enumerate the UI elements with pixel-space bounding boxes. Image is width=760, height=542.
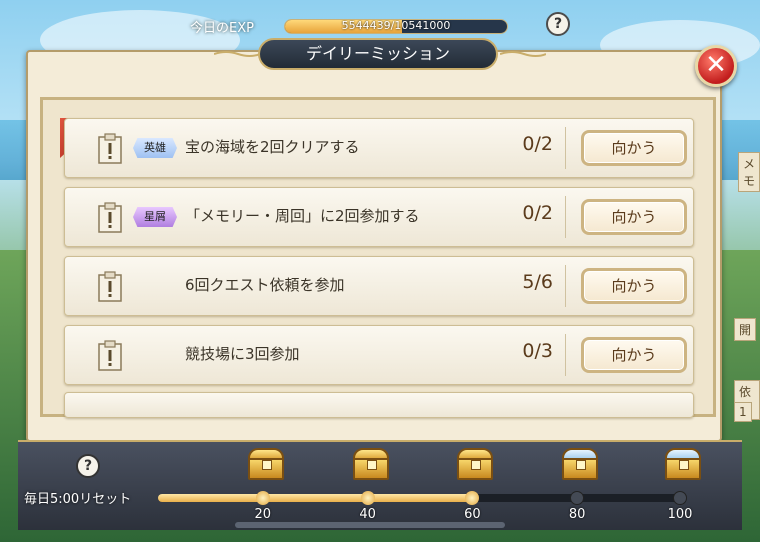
exp-label: 今日のEXP: [190, 21, 254, 36]
milestone-node: [360, 491, 375, 505]
clipboard-alert-icon: [98, 133, 122, 164]
go-button[interactable]: 向かう: [581, 268, 687, 304]
side-tab-count: 1: [734, 402, 752, 422]
side-tab-open[interactable]: 開: [734, 318, 757, 341]
milestone-node: [255, 491, 270, 505]
milestone-label: 80: [568, 507, 586, 522]
mission-row: 競技場に3回参加 0/3 向かう: [64, 325, 694, 385]
divider: [565, 265, 566, 307]
go-button[interactable]: 向かう: [581, 130, 687, 166]
divider: [565, 127, 566, 169]
clipboard-alert-icon: [98, 340, 122, 371]
reward-progress-fill: [158, 494, 473, 502]
mission-description: 「メモリー・周回」に2回参加する: [185, 207, 420, 225]
milestone-node: [673, 491, 687, 505]
milestone-label: 40: [359, 507, 376, 522]
help-icon[interactable]: ?: [546, 12, 570, 36]
gold-chest-icon[interactable]: [246, 446, 286, 480]
milestone-label: 20: [254, 507, 272, 522]
mission-tag: 星屑: [133, 207, 177, 227]
gold-chest-icon[interactable]: [455, 446, 495, 480]
milestone-label: 100: [667, 507, 693, 522]
title-ornament-right-icon: [500, 51, 546, 57]
divider: [565, 196, 566, 238]
exp-value: 5544439/10541000: [341, 19, 451, 32]
mission-row: 6回クエスト依頼を参加 5/6 向かう: [64, 256, 694, 316]
clipboard-alert-icon: [98, 202, 122, 233]
mission-tag: 英雄: [133, 138, 177, 158]
page-title: デイリーミッション: [258, 38, 498, 70]
mission-description: 6回クエスト依頼を参加: [185, 276, 345, 294]
blue-chest-icon[interactable]: [560, 446, 600, 480]
exp-bar: 5544439/10541000: [284, 19, 508, 34]
mission-row: 英雄 宝の海域を2回クリアする 0/2 向かう: [64, 118, 694, 178]
mission-progress: 0/3: [522, 340, 553, 362]
side-tab-memo[interactable]: メモ: [738, 152, 760, 192]
go-button[interactable]: 向かう: [581, 337, 687, 373]
mission-progress: 5/6: [522, 271, 553, 293]
scroll-handle[interactable]: [235, 522, 505, 528]
mission-progress: 0/2: [522, 133, 553, 155]
reward-help-icon[interactable]: ?: [76, 454, 100, 478]
go-button[interactable]: 向かう: [581, 199, 687, 235]
mission-row: 星屑 「メモリー・周回」に2回参加する 0/2 向かう: [64, 187, 694, 247]
mission-row-partial: [64, 392, 694, 418]
title-ornament-left-icon: [214, 51, 260, 57]
reward-progress-track: [158, 494, 682, 502]
clipboard-alert-icon: [98, 271, 122, 302]
reset-label: 毎日5:00リセット: [24, 492, 132, 507]
gold-chest-icon[interactable]: [351, 446, 391, 480]
mission-progress: 0/2: [522, 202, 553, 224]
close-button[interactable]: ✕: [695, 45, 737, 87]
divider: [565, 334, 566, 376]
blue-chest-icon[interactable]: [663, 446, 703, 480]
milestone-label: 60: [464, 507, 481, 522]
mission-description: 宝の海域を2回クリアする: [185, 138, 360, 156]
mission-description: 競技場に3回参加: [185, 345, 300, 363]
exp-bar-container: 今日のEXP 5544439/10541000: [190, 14, 520, 38]
